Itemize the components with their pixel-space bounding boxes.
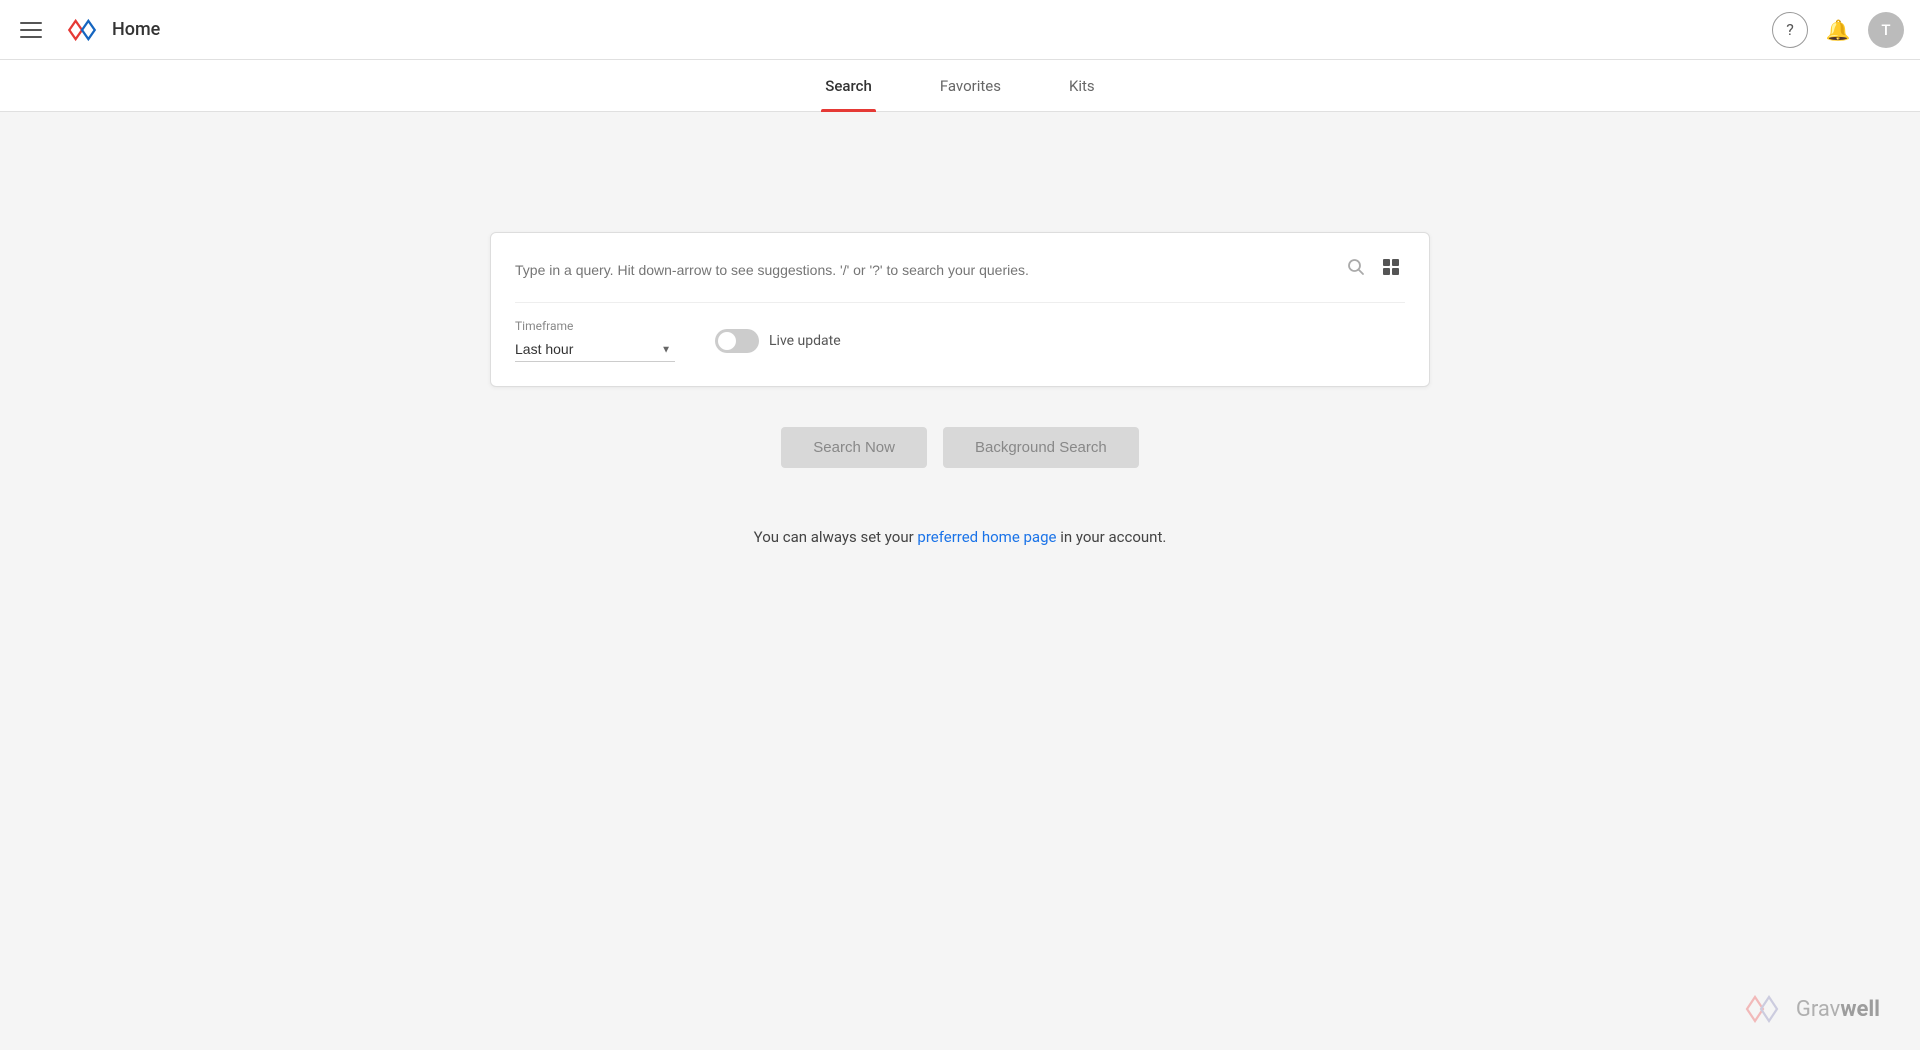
help-icon[interactable]: ? [1772,12,1808,48]
page-title: Home [112,19,160,40]
live-update-toggle-row: Live update [715,329,841,353]
search-input-row [515,253,1405,303]
tab-search[interactable]: Search [821,60,876,112]
logo-container: Home [62,16,160,44]
hamburger-icon[interactable] [16,18,46,42]
grid-icon[interactable] [1377,253,1405,286]
tab-favorites[interactable]: Favorites [936,60,1005,112]
timeframe-label: Timeframe [515,319,675,333]
tab-kits[interactable]: Kits [1065,60,1099,112]
preferred-home-page-link[interactable]: preferred home page [917,528,1056,546]
timeframe-group: Timeframe Last hour Last 24 hours Last 7… [515,319,675,362]
footer-text: You can always set your preferred home p… [754,528,1167,546]
gravwell-watermark: Gravwell [1738,992,1880,1026]
search-input[interactable] [515,262,1335,278]
logo-icon [62,16,102,44]
search-icon[interactable] [1343,254,1369,285]
main-content: Timeframe Last hour Last 24 hours Last 7… [0,112,1920,546]
topbar-left: Home [16,16,160,44]
tabs-bar: Search Favorites Kits [0,60,1920,112]
watermark-text: Gravwell [1796,997,1880,1022]
topbar: Home ? 🔔 T [0,0,1920,60]
watermark-logo-icon [1738,992,1786,1026]
bell-icon[interactable]: 🔔 [1820,12,1856,48]
footer-text-before: You can always set your [754,528,918,546]
live-update-label: Live update [769,333,841,349]
timeframe-select[interactable]: Last hour Last 24 hours Last 7 days Last… [515,337,675,362]
search-now-button[interactable]: Search Now [781,427,927,468]
live-update-toggle[interactable] [715,329,759,353]
topbar-right: ? 🔔 T [1772,12,1904,48]
search-card: Timeframe Last hour Last 24 hours Last 7… [490,232,1430,387]
footer-text-after: in your account. [1056,528,1166,546]
background-search-button[interactable]: Background Search [943,427,1139,468]
avatar-icon[interactable]: T [1868,12,1904,48]
timeframe-wrapper: Last hour Last 24 hours Last 7 days Last… [515,337,675,362]
action-buttons: Search Now Background Search [781,427,1138,468]
search-options-row: Timeframe Last hour Last 24 hours Last 7… [515,319,1405,362]
